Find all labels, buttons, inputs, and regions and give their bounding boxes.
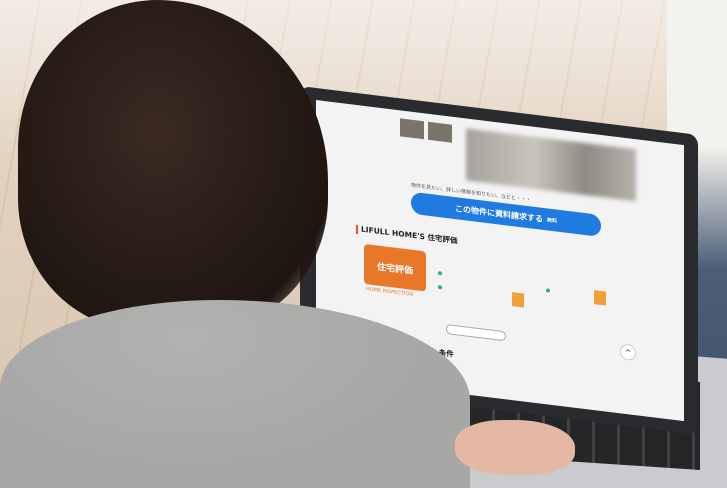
- check-icon: [546, 288, 550, 293]
- scroll-top-icon[interactable]: ^: [620, 343, 636, 362]
- rating-chip: [512, 292, 524, 308]
- section-bar: [356, 224, 358, 234]
- woman-hand: [455, 420, 575, 475]
- rating-badge: 住宅評価: [364, 243, 426, 292]
- badge-text: 住宅評価: [376, 261, 413, 277]
- rating-chip: [594, 290, 606, 306]
- gallery-thumb[interactable]: [428, 121, 452, 143]
- check-icon: [438, 270, 442, 276]
- gallery-thumb[interactable]: [400, 118, 424, 140]
- property-photo: [466, 128, 636, 202]
- cta-label: この物件に資料請求する: [454, 203, 543, 224]
- rating-section-title: LIFULL HOME'S 住宅評価: [356, 223, 458, 246]
- photo-scene: 物件を見たい、詳しい情報を知りたい、などと・・・ この物件に資料請求する 無料 …: [0, 0, 727, 488]
- details-button[interactable]: [446, 323, 506, 342]
- cta-sub: 無料: [546, 216, 557, 225]
- check-icon: [438, 284, 442, 290]
